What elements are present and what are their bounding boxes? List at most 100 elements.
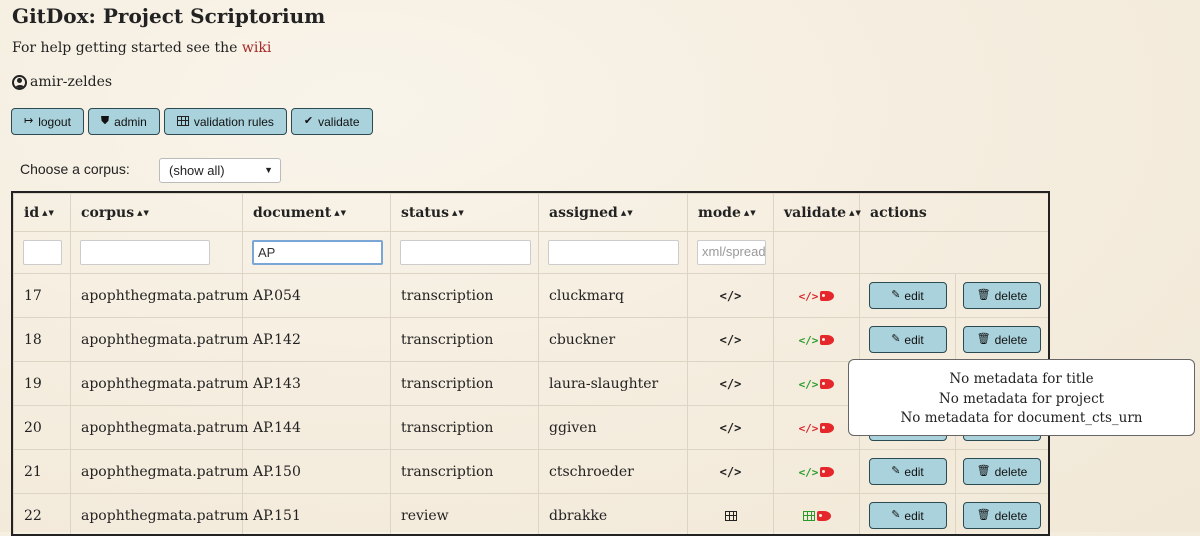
cell-validate[interactable] <box>774 494 860 536</box>
cell-corpus: apophthegmata.patrum <box>71 362 243 406</box>
document-filter-input[interactable]: AP <box>252 240 383 265</box>
delete-button[interactable]: 🗑delete <box>963 502 1041 529</box>
admin-button[interactable]: ⛊ admin <box>88 108 160 135</box>
sort-icon: ▲▼ <box>334 208 347 217</box>
tag-icon <box>820 423 834 433</box>
edit-button[interactable]: ✎edit <box>869 458 947 485</box>
code-validation-icon: </> <box>799 422 819 435</box>
trash-icon: 🗑 <box>977 466 991 477</box>
sort-icon: ▲▼ <box>849 208 862 217</box>
validate-button[interactable]: ✔ validate <box>291 108 373 135</box>
column-header-mode[interactable]: mode▲▼ <box>688 194 774 232</box>
logout-label: logout <box>38 115 71 129</box>
cell-delete: 🗑delete <box>956 494 1049 536</box>
sort-icon: ▲▼ <box>621 208 634 217</box>
mode-filter-input[interactable]: xml/spreadsheet <box>697 240 766 265</box>
edit-icon: ✎ <box>891 510 900 521</box>
corpus-select-value: (show all) <box>169 163 225 178</box>
cell-edit: ✎edit <box>860 494 956 536</box>
cell-corpus: apophthegmata.patrum <box>71 494 243 536</box>
code-validation-icon: </> <box>799 290 819 303</box>
username: amir-zeldes <box>30 74 112 90</box>
code-icon: </> <box>720 289 742 303</box>
validation-rules-button[interactable]: validation rules <box>164 108 287 135</box>
tag-icon <box>820 291 834 301</box>
cell-validate[interactable]: </> <box>774 406 860 450</box>
column-header-validate[interactable]: validate▲▼ <box>774 194 860 232</box>
toolbar: ↦ logout ⛊ admin validation rules ✔ vali… <box>11 108 373 135</box>
column-header-assigned[interactable]: assigned▲▼ <box>539 194 688 232</box>
cell-assigned: dbrakke <box>539 494 688 536</box>
cell-validate[interactable]: </> <box>774 274 860 318</box>
logout-icon: ↦ <box>24 116 33 127</box>
cell-corpus: apophthegmata.patrum <box>71 318 243 362</box>
column-header-id[interactable]: id▲▼ <box>14 194 71 232</box>
tooltip-line: No metadata for project <box>849 390 1194 410</box>
cell-mode: </> <box>688 274 774 318</box>
id-filter-input[interactable] <box>23 240 62 265</box>
tag-icon <box>820 467 834 477</box>
edit-icon: ✎ <box>891 334 900 345</box>
tag-icon <box>820 379 834 389</box>
table-icon <box>177 116 189 128</box>
column-header-status[interactable]: status▲▼ <box>391 194 539 232</box>
delete-button[interactable]: 🗑delete <box>963 326 1041 353</box>
corpus-filter-label: Choose a corpus: <box>20 161 130 177</box>
code-icon: </> <box>720 377 742 391</box>
delete-button[interactable]: 🗑delete <box>963 458 1041 485</box>
sort-icon: ▲▼ <box>137 208 150 217</box>
cell-status: transcription <box>391 362 539 406</box>
edit-icon: ✎ <box>891 290 900 301</box>
cell-id: 17 <box>14 274 71 318</box>
help-prefix: For help getting started see the <box>12 40 242 56</box>
cell-edit: ✎edit <box>860 318 956 362</box>
page-title: GitDox: Project Scriptorium <box>12 4 325 28</box>
sort-icon: ▲▼ <box>42 208 55 217</box>
dropdown-caret-icon: ▼ <box>264 165 273 175</box>
corpus-filter-input[interactable] <box>80 240 210 265</box>
logout-button[interactable]: ↦ logout <box>11 108 84 135</box>
code-validation-icon: </> <box>799 378 819 391</box>
validation-rules-label: validation rules <box>194 115 274 129</box>
admin-label: admin <box>114 115 147 129</box>
cell-document: AP.142 <box>243 318 391 362</box>
cell-edit: ✎edit <box>860 274 956 318</box>
cell-id: 18 <box>14 318 71 362</box>
edit-icon: ✎ <box>891 466 900 477</box>
cell-document: AP.144 <box>243 406 391 450</box>
cell-assigned: ggiven <box>539 406 688 450</box>
cell-corpus: apophthegmata.patrum <box>71 450 243 494</box>
cell-validate[interactable]: </> <box>774 362 860 406</box>
column-header-corpus[interactable]: corpus▲▼ <box>71 194 243 232</box>
edit-button[interactable]: ✎edit <box>869 502 947 529</box>
column-header-actions: actions <box>860 194 1049 232</box>
user-info: amir-zeldes <box>12 74 112 90</box>
trash-icon: 🗑 <box>977 290 991 301</box>
cell-validate[interactable]: </> <box>774 318 860 362</box>
tooltip-line: No metadata for title <box>849 370 1194 390</box>
cell-mode: </> <box>688 318 774 362</box>
edit-button[interactable]: ✎edit <box>869 326 947 353</box>
status-filter-input[interactable] <box>400 240 531 265</box>
trash-icon: 🗑 <box>977 510 991 521</box>
cell-validate[interactable]: </> <box>774 450 860 494</box>
code-icon: </> <box>720 333 742 347</box>
wiki-link[interactable]: wiki <box>242 40 271 56</box>
edit-button[interactable]: ✎edit <box>869 282 947 309</box>
cell-id: 19 <box>14 362 71 406</box>
help-text: For help getting started see the wiki <box>12 40 271 56</box>
cell-document: AP.143 <box>243 362 391 406</box>
cell-id: 20 <box>14 406 71 450</box>
cell-mode <box>688 494 774 536</box>
validation-tooltip: No metadata for title No metadata for pr… <box>848 359 1195 436</box>
assigned-filter-input[interactable] <box>548 240 679 265</box>
corpus-select[interactable]: (show all) ▼ <box>159 158 281 183</box>
validate-label: validate <box>318 115 359 129</box>
delete-button[interactable]: 🗑delete <box>963 282 1041 309</box>
trash-icon: 🗑 <box>977 334 991 345</box>
sort-icon: ▲▼ <box>744 208 757 217</box>
cell-delete: 🗑delete <box>956 318 1049 362</box>
tag-icon <box>820 335 834 345</box>
column-header-document[interactable]: document▲▼ <box>243 194 391 232</box>
cell-status: transcription <box>391 406 539 450</box>
